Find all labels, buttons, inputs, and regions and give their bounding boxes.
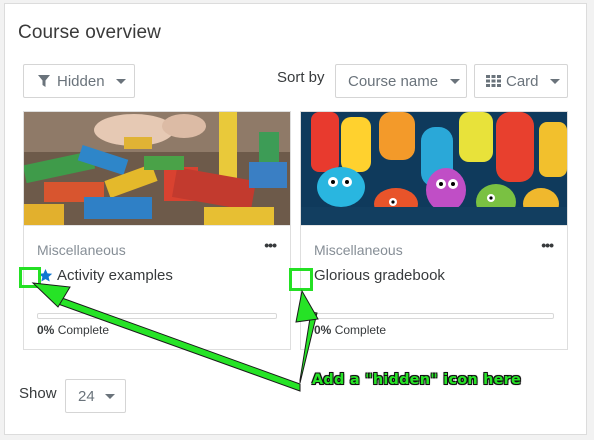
arrowhead-right [295,289,319,323]
annotation-text: Add a "hidden" icon here [312,372,522,388]
arrow-left [57,297,301,392]
